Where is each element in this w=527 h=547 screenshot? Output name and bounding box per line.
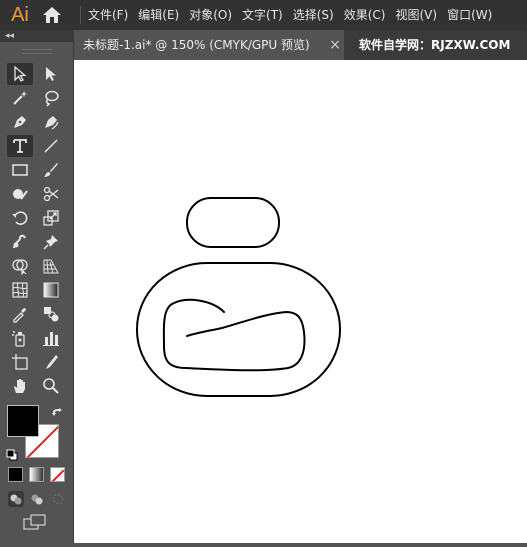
swap-colors-icon[interactable]	[51, 405, 63, 417]
panel-grip[interactable]	[22, 49, 52, 54]
type-tool-icon[interactable]	[7, 135, 33, 157]
menu-effect[interactable]: 效果(C)	[339, 0, 391, 30]
selection-tool-icon[interactable]	[7, 63, 33, 85]
menu-window[interactable]: 窗口(W)	[442, 0, 497, 30]
body-outer-shape[interactable]	[136, 262, 341, 397]
collapse-icon[interactable]: ◂◂	[5, 30, 14, 42]
body-inner-shape[interactable]	[162, 298, 306, 372]
color-mode-icon[interactable]	[8, 467, 23, 482]
shaper-tool-icon[interactable]	[7, 183, 33, 205]
watermark-banner: 软件自学网：RJZXW.COM	[359, 38, 511, 52]
curvature-tool-icon[interactable]	[38, 111, 64, 133]
lasso-tool-icon[interactable]	[38, 87, 64, 109]
rotate-tool-icon[interactable]	[7, 207, 33, 229]
screen-mode-icon[interactable]	[22, 514, 48, 530]
app-logo: Ai	[11, 4, 29, 26]
document-tab[interactable]: 未标题-1.ai* @ 150% (CMYK/GPU 预览)	[74, 30, 344, 60]
menu-bar: Ai 文件(F) 编辑(E) 对象(O) 文字(T) 选择(S) 效果(C) 视…	[0, 0, 527, 30]
menu-edit[interactable]: 编辑(E)	[133, 0, 184, 30]
mesh-tool-icon[interactable]	[7, 279, 33, 301]
menu-object[interactable]: 对象(O)	[184, 0, 237, 30]
column-graph-tool-icon[interactable]	[38, 327, 64, 349]
document-tab-bar: 未标题-1.ai* @ 150% (CMYK/GPU 预览) × 软件自学网：R…	[74, 30, 527, 60]
none-mode-icon[interactable]	[50, 467, 65, 482]
paintbrush-tool-icon[interactable]	[38, 159, 64, 181]
scale-tool-icon[interactable]	[38, 207, 64, 229]
gradient-mode-icon[interactable]	[29, 467, 44, 482]
slice-tool-icon[interactable]	[38, 351, 64, 373]
menu-type[interactable]: 文字(T)	[237, 0, 288, 30]
direct-selection-tool-icon[interactable]	[38, 63, 64, 85]
symbol-sprayer-tool-icon[interactable]	[7, 327, 33, 349]
default-colors-icon[interactable]	[6, 446, 18, 461]
draw-behind-icon[interactable]	[29, 491, 45, 507]
eyedropper-tool-icon[interactable]	[7, 303, 33, 325]
hand-tool-icon[interactable]	[7, 375, 33, 397]
gradient-tool-icon[interactable]	[38, 279, 64, 301]
menu-select[interactable]: 选择(S)	[288, 0, 339, 30]
fill-swatch[interactable]	[7, 405, 39, 437]
puppet-warp-tool-icon[interactable]	[38, 231, 64, 253]
blend-tool-icon[interactable]	[38, 303, 64, 325]
warp-tool-icon[interactable]	[7, 231, 33, 253]
scissors-tool-icon[interactable]	[38, 183, 64, 205]
artwork	[136, 197, 341, 397]
line-segment-tool-icon[interactable]	[38, 135, 64, 157]
home-icon[interactable]	[40, 5, 64, 25]
draw-normal-icon[interactable]	[8, 491, 24, 507]
artboard-canvas[interactable]	[74, 60, 527, 543]
rectangle-tool-icon[interactable]	[7, 159, 33, 181]
zoom-tool-icon[interactable]	[38, 375, 64, 397]
menu-view[interactable]: 视图(V)	[390, 0, 442, 30]
pen-tool-icon[interactable]	[7, 111, 33, 133]
menu-divider	[80, 6, 81, 24]
lid-shape[interactable]	[186, 197, 280, 248]
menu-list: 文件(F) 编辑(E) 对象(O) 文字(T) 选择(S) 效果(C) 视图(V…	[78, 0, 497, 30]
magic-wand-tool-icon[interactable]	[7, 87, 33, 109]
perspective-grid-tool-icon[interactable]	[38, 255, 64, 277]
artboard-tool-icon[interactable]	[7, 351, 33, 373]
document-tab-title: 未标题-1.ai* @ 150% (CMYK/GPU 预览)	[83, 38, 310, 52]
toolbar-header: ◂◂	[0, 30, 74, 42]
menu-file[interactable]: 文件(F)	[83, 0, 133, 30]
shape-builder-tool-icon[interactable]	[7, 255, 33, 277]
tab-close-button[interactable]: ×	[328, 30, 342, 60]
draw-inside-icon[interactable]	[50, 491, 66, 507]
